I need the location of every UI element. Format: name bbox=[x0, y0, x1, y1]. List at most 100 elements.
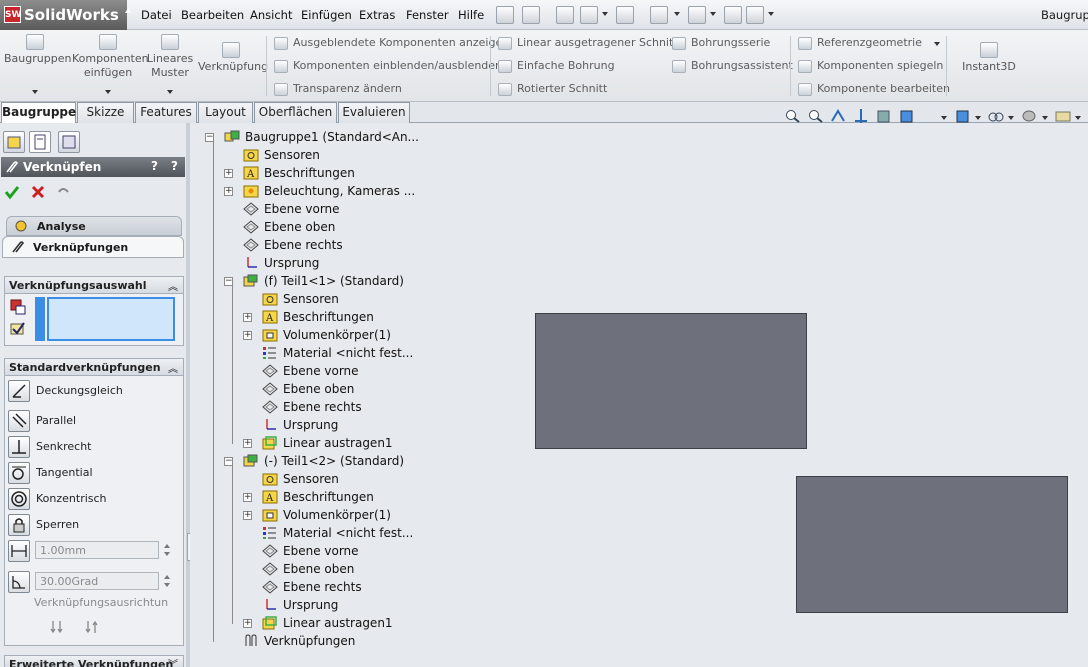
subtab-verknuepfungen[interactable]: Verknüpfungen bbox=[2, 236, 184, 258]
menu-extras[interactable]: Extras bbox=[359, 8, 395, 22]
tree-item[interactable]: Ebene vorne bbox=[283, 362, 359, 380]
help-icon[interactable]: ? bbox=[171, 159, 178, 173]
angle-field[interactable]: 30.00Grad bbox=[35, 572, 159, 590]
tree-item[interactable]: Ursprung bbox=[264, 254, 319, 272]
chevron-down-icon[interactable] bbox=[32, 90, 38, 94]
expand-node-icon[interactable]: + bbox=[243, 439, 252, 448]
menu-ansicht[interactable]: Ansicht bbox=[250, 8, 292, 22]
transparenz-button[interactable]: Transparenz ändern bbox=[274, 82, 402, 96]
lineares-muster-button[interactable]: Lineares Muster bbox=[146, 34, 194, 80]
cancel-x-icon[interactable] bbox=[30, 184, 46, 200]
anti-aligned-icon[interactable] bbox=[84, 619, 100, 635]
tree-item[interactable]: Verknüpfungen bbox=[264, 632, 355, 650]
tree-item[interactable]: Ebene rechts bbox=[264, 236, 343, 254]
property-manager-tab-icon[interactable] bbox=[29, 131, 51, 153]
tree-item[interactable]: Sensoren bbox=[283, 290, 339, 308]
chevron-down-icon[interactable] bbox=[602, 12, 608, 16]
tree-item[interactable]: Sensoren bbox=[264, 146, 320, 164]
tab-features[interactable]: Features bbox=[135, 102, 197, 123]
chevron-down-icon[interactable] bbox=[1008, 116, 1014, 120]
bohrungsassistent-button[interactable]: Bohrungsassistent bbox=[672, 59, 793, 73]
help-icon[interactable]: ? bbox=[151, 159, 158, 173]
configuration-manager-tab-icon[interactable] bbox=[58, 131, 80, 153]
tree-item[interactable]: Ebene vorne bbox=[264, 200, 340, 218]
linear-schnitt-button[interactable]: Linear ausgetragener Schnitt bbox=[498, 36, 678, 50]
tree-item[interactable]: Ursprung bbox=[283, 416, 338, 434]
tree-item[interactable]: Material <nicht fest... bbox=[283, 344, 413, 362]
tree-item[interactable]: Volumenkörper(1) bbox=[283, 506, 391, 524]
chevron-down-icon[interactable] bbox=[934, 42, 940, 46]
undo-icon[interactable] bbox=[688, 6, 706, 24]
view-settings-icon[interactable] bbox=[1055, 109, 1071, 123]
collapse-icon[interactable]: ︽ bbox=[168, 278, 178, 293]
tree-item[interactable]: Linear austragen1 bbox=[283, 614, 393, 632]
expand-node-icon[interactable]: + bbox=[224, 187, 233, 196]
referenzgeometrie-button[interactable]: Referenzgeometrie bbox=[798, 36, 922, 50]
einfache-bohrung-button[interactable]: Einfache Bohrung bbox=[498, 59, 615, 73]
tree-item[interactable]: Ebene oben bbox=[264, 218, 335, 236]
tree-item[interactable]: Beschriftungen bbox=[264, 164, 355, 182]
erweiterte-verknuepfungen-header[interactable]: Erweiterte Verknüpfungen bbox=[4, 655, 184, 667]
bohrungsserie-button[interactable]: Bohrungsserie bbox=[672, 36, 770, 50]
zoom-fit-icon[interactable] bbox=[785, 109, 801, 123]
tree-item[interactable]: Volumenkörper(1) bbox=[283, 326, 391, 344]
chevron-down-icon[interactable] bbox=[710, 12, 716, 16]
collapse-node-icon[interactable]: − bbox=[224, 277, 233, 286]
previous-view-icon[interactable] bbox=[830, 109, 846, 123]
tab-baugruppe[interactable]: Baugruppe bbox=[1, 102, 76, 124]
chevron-down-icon[interactable] bbox=[1042, 116, 1048, 120]
tab-layout[interactable]: Layout bbox=[198, 102, 253, 123]
tree-item[interactable]: Ebene oben bbox=[283, 560, 354, 578]
tree-item[interactable]: Beschriftungen bbox=[283, 488, 374, 506]
display-style-icon[interactable] bbox=[899, 109, 915, 123]
hide-show-items-icon[interactable] bbox=[955, 109, 971, 123]
edit-appearance-icon[interactable] bbox=[988, 109, 1004, 123]
chevron-down-icon[interactable] bbox=[105, 90, 111, 94]
feature-manager-tab-icon[interactable] bbox=[3, 131, 25, 153]
menu-fenster[interactable]: Fenster bbox=[406, 8, 449, 22]
chevron-down-icon[interactable] bbox=[1075, 116, 1081, 120]
expand-node-icon[interactable]: + bbox=[243, 511, 252, 520]
chevron-down-icon[interactable] bbox=[167, 90, 173, 94]
tab-evaluieren[interactable]: Evaluieren bbox=[338, 102, 410, 123]
expand-node-icon[interactable]: + bbox=[243, 313, 252, 322]
tree-item[interactable]: Sensoren bbox=[283, 470, 339, 488]
view-orientation-icon[interactable] bbox=[876, 109, 892, 123]
multi-mate-icon[interactable] bbox=[9, 320, 27, 338]
instant3d-button[interactable]: Instant3D bbox=[960, 42, 1018, 74]
pin-icon[interactable] bbox=[496, 6, 514, 24]
komponente-bearbeiten-button[interactable]: Komponente bearbeiten bbox=[798, 82, 950, 96]
mate-selection-list[interactable] bbox=[47, 297, 175, 341]
menu-datei[interactable]: Datei bbox=[141, 8, 172, 22]
chevron-down-icon[interactable] bbox=[941, 116, 947, 120]
tree-item[interactable]: Ebene oben bbox=[283, 380, 354, 398]
tab-oberflaechen[interactable]: Oberflächen bbox=[254, 102, 337, 123]
ok-check-icon[interactable] bbox=[4, 184, 20, 200]
expand-node-icon[interactable]: + bbox=[224, 169, 233, 178]
open-file-icon[interactable] bbox=[616, 6, 634, 24]
expand-node-icon[interactable]: + bbox=[243, 493, 252, 502]
collapse-node-icon[interactable]: − bbox=[205, 133, 214, 142]
tree-item[interactable]: Beschriftungen bbox=[283, 308, 374, 326]
komponenten-einfuegen-button[interactable]: Komponenten einfügen bbox=[72, 34, 149, 80]
expand-node-icon[interactable]: + bbox=[243, 619, 252, 628]
chevron-down-icon[interactable] bbox=[768, 12, 774, 16]
menu-hilfe[interactable]: Hilfe bbox=[458, 8, 484, 22]
menu-pin-icon[interactable] bbox=[125, 8, 131, 22]
new-document-icon[interactable] bbox=[522, 6, 540, 24]
distance-icon[interactable] bbox=[8, 540, 30, 562]
angle-icon[interactable] bbox=[8, 571, 30, 593]
print-icon[interactable] bbox=[580, 6, 598, 24]
chevron-down-icon[interactable] bbox=[975, 116, 981, 120]
tree-item[interactable]: Ebene rechts bbox=[283, 578, 362, 596]
tree-item[interactable]: (f) Teil1<1> (Standard) bbox=[264, 272, 404, 290]
expand-node-icon[interactable]: + bbox=[243, 331, 252, 340]
collapse-icon[interactable]: ︽ bbox=[168, 360, 178, 375]
menu-einfuegen[interactable]: Einfügen bbox=[301, 8, 352, 22]
distance-spinner[interactable] bbox=[161, 541, 173, 559]
ausgeblendete-anzeigen-button[interactable]: Ausgeblendete Komponenten anzeigen bbox=[274, 36, 509, 50]
tree-item[interactable]: Ebene vorne bbox=[283, 542, 359, 560]
tree-item[interactable]: Ursprung bbox=[283, 596, 338, 614]
aligned-icon[interactable] bbox=[49, 619, 65, 635]
tree-item[interactable]: (-) Teil1<2> (Standard) bbox=[264, 452, 404, 470]
